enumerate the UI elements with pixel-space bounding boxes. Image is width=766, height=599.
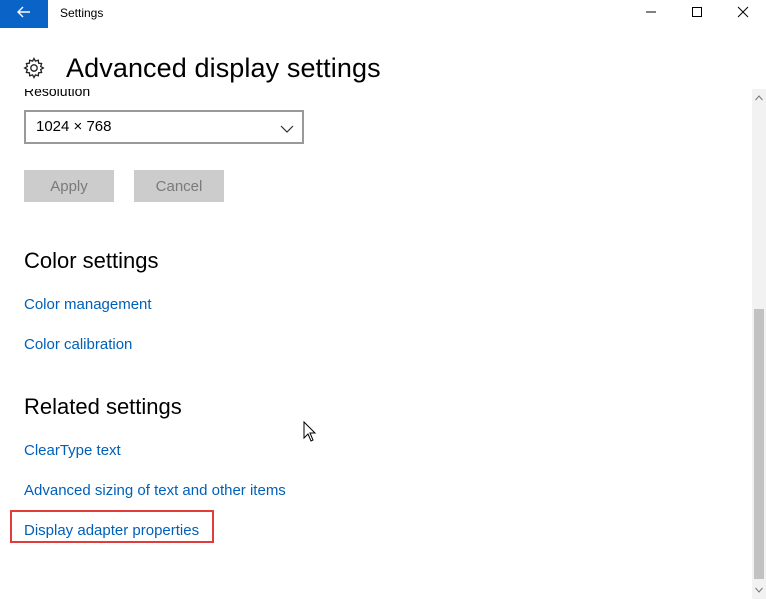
color-management-link[interactable]: Color management (24, 296, 152, 313)
app-title: Settings (60, 6, 104, 20)
title-bar: Settings (0, 0, 766, 28)
close-button[interactable] (720, 0, 766, 28)
cancel-button[interactable]: Cancel (134, 170, 224, 202)
scroll-down-icon[interactable] (752, 583, 766, 597)
scroll-thumb[interactable] (754, 309, 764, 579)
close-icon (737, 5, 749, 23)
apply-button[interactable]: Apply (24, 170, 114, 202)
minimize-icon (645, 5, 657, 23)
page-title: Advanced display settings (66, 53, 381, 83)
scroll-up-icon[interactable] (752, 91, 766, 105)
resolution-label: Resolution (24, 89, 91, 99)
gear-icon (22, 56, 46, 85)
page-header (22, 52, 46, 88)
minimize-button[interactable] (628, 0, 674, 28)
back-button[interactable] (0, 0, 48, 28)
color-settings-heading: Color settings (24, 248, 159, 273)
resolution-dropdown[interactable]: 1024 × 768 (24, 110, 304, 144)
maximize-button[interactable] (674, 0, 720, 28)
color-calibration-link[interactable]: Color calibration (24, 336, 132, 353)
chevron-down-icon (280, 121, 294, 139)
settings-content: Resolution 1024 × 768 Apply Cancel Color… (0, 89, 752, 599)
mouse-cursor-icon (303, 420, 317, 448)
cleartype-text-link[interactable]: ClearType text (24, 442, 121, 459)
highlight-box (10, 510, 214, 543)
advanced-sizing-link[interactable]: Advanced sizing of text and other items (24, 482, 286, 499)
maximize-icon (691, 5, 703, 23)
related-settings-heading: Related settings (24, 394, 182, 419)
vertical-scrollbar[interactable] (752, 89, 766, 599)
resolution-value: 1024 × 768 (36, 118, 112, 135)
back-arrow-icon (17, 5, 31, 23)
